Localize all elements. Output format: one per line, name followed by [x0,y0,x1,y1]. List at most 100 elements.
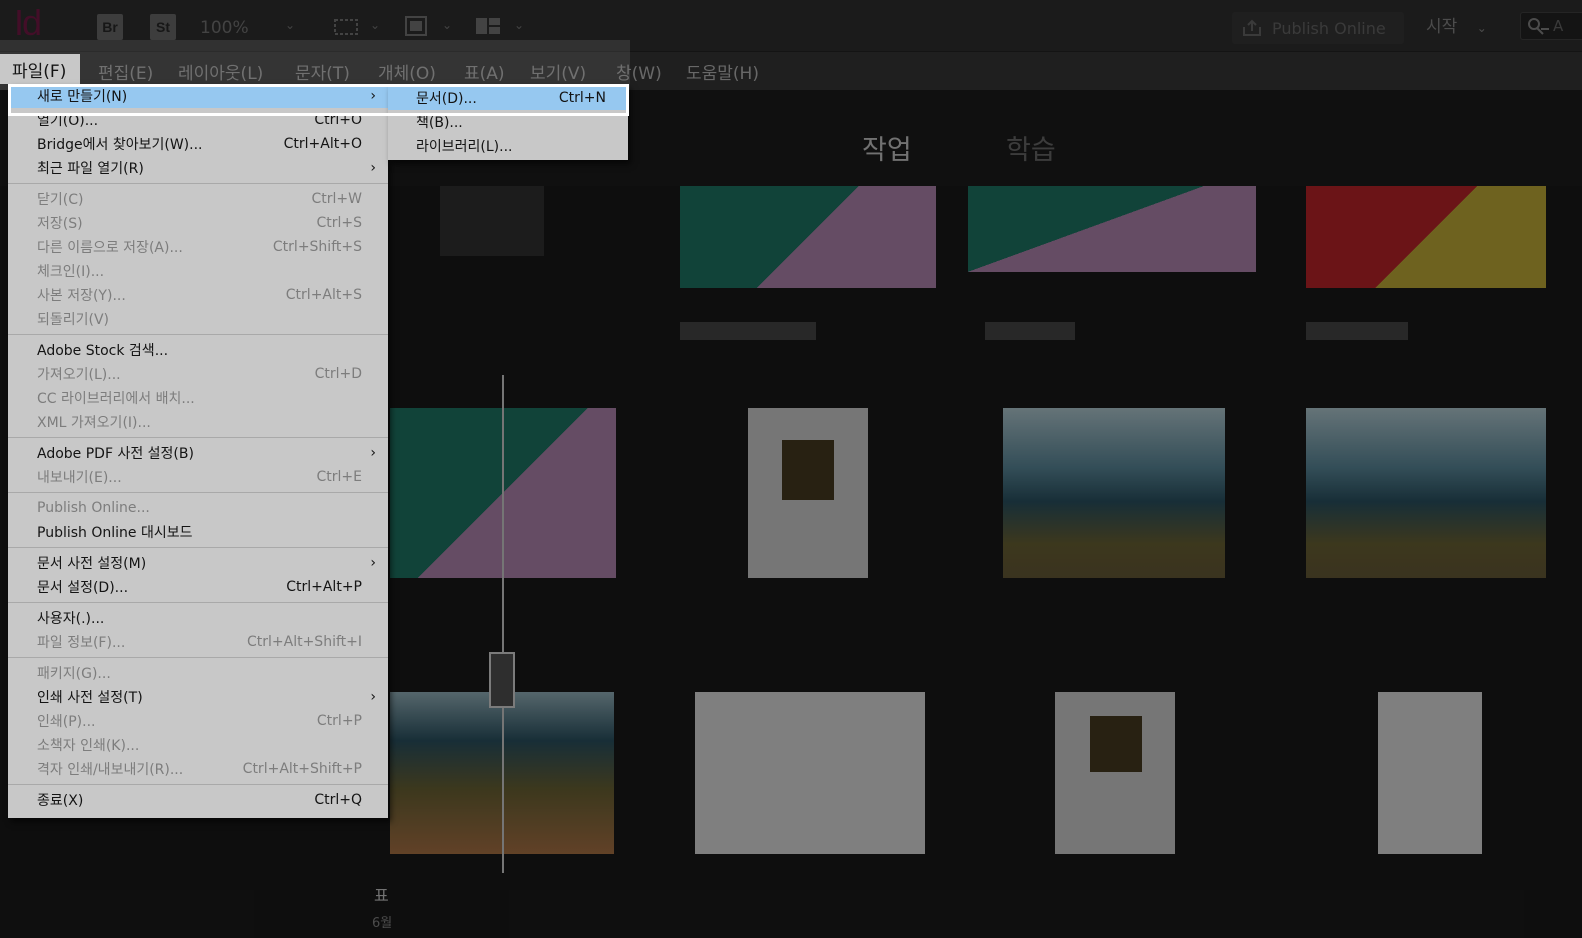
recent-file-thumbnail[interactable] [680,186,936,288]
menu-item-shortcut: Ctrl+Alt+Shift+P [242,761,362,777]
file-menu-item[interactable]: 최근 파일 열기(R) › [8,156,388,180]
file-menu-item[interactable]: 패키지(G)... [8,661,388,685]
stock-button[interactable]: St [150,14,176,40]
menu-item-label: Adobe Stock 검색... [37,343,169,359]
chevron-right-icon: › [370,445,376,461]
menu-separator [8,547,388,548]
recent-file-thumbnail[interactable] [1306,408,1546,578]
file-menu-item[interactable]: CC 라이브러리에서 배치... [8,386,388,410]
file-menu-item[interactable]: XML 가져오기(I)... [8,410,388,434]
file-menu-item[interactable]: 다른 이름으로 저장(A)... Ctrl+Shift+S [8,235,388,259]
menu-item-label: 문서 사전 설정(M) [37,556,147,572]
menu-item-shortcut: Ctrl+Alt+O [283,136,362,152]
file-menu-item[interactable]: Bridge에서 찾아보기(W)... Ctrl+Alt+O [8,132,388,156]
zoom-level[interactable]: 100% [200,18,249,38]
file-menu-item[interactable]: 종료(X) Ctrl+Q [8,788,388,812]
menu-item-label: 내보내기(E)... [37,470,122,486]
menu-item-label: 인쇄(P)... [37,714,96,730]
menu-item-label: 닫기(C) [37,192,84,208]
tab-work[interactable]: 작업 [862,128,912,167]
layout-icon[interactable] [474,14,502,38]
search-box[interactable]: A [1520,12,1582,40]
file-menu-item[interactable]: 파일 정보(F)... Ctrl+Alt+Shift+I [8,630,388,654]
menu-separator [8,437,388,438]
workspace-label: 시작 [1426,17,1458,37]
recent-file-thumbnail[interactable] [1378,692,1482,854]
file-menu-item[interactable]: 사본 저장(Y)... Ctrl+Alt+S [8,283,388,307]
recent-file-name [680,322,816,340]
file-menu-item[interactable]: Publish Online 대시보드 [8,520,388,544]
menu-separator [8,183,388,184]
ruler-guide-line[interactable] [502,375,504,873]
menu-item-shortcut: Ctrl+Shift+S [272,239,362,255]
menu-bar-dim-band [0,40,630,90]
new-submenu-item[interactable]: 문서(D)... Ctrl+N [388,86,628,110]
menu-item-label: 소책자 인쇄(K)... [37,738,140,754]
recent-file-thumbnail[interactable] [440,186,544,256]
chevron-down-icon[interactable]: ⌄ [370,18,380,32]
chevron-right-icon: › [370,555,376,571]
publish-online-button[interactable]: Publish Online [1232,12,1404,44]
menu-item-shortcut: Ctrl+S [316,215,362,231]
chevron-down-icon[interactable]: ⌄ [285,18,295,32]
recent-file-name [1306,322,1408,340]
menu-item-shortcut: Ctrl+Alt+Shift+I [246,634,362,650]
workspace-switcher[interactable]: 시작 ⌄ [1426,12,1487,37]
recent-file-thumbnail[interactable] [1003,408,1225,578]
menu-separator [8,657,388,658]
file-menu-item[interactable]: 인쇄(P)... Ctrl+P [8,709,388,733]
guide-handle[interactable] [489,652,515,708]
share-icon [1243,19,1261,36]
recent-file-thumbnail[interactable] [1306,186,1546,288]
tab-learn[interactable]: 학습 [1006,128,1056,167]
file-menu-item[interactable]: 가져오기(L)... Ctrl+D [8,362,388,386]
menu-item-label: 격자 인쇄/내보내기(R)... [37,762,184,778]
recent-file-image [782,440,834,500]
menu-file[interactable]: 파일(F) [0,54,80,84]
file-menu-item[interactable]: 저장(S) Ctrl+S [8,211,388,235]
menu-separator [8,602,388,603]
file-menu-item[interactable]: 문서 설정(D)... Ctrl+Alt+P [8,575,388,599]
user-search-icon [1528,18,1549,35]
file-menu-item[interactable]: Adobe PDF 사전 설정(B) › [8,441,388,465]
menu-item-label: Publish Online 대시보드 [37,525,193,541]
menu-help[interactable]: 도움말(H) [680,56,765,86]
file-menu-item[interactable]: 되돌리기(V) [8,307,388,331]
file-menu-item[interactable]: 사용자(.)... [8,606,388,630]
menu-item-shortcut: Ctrl+P [316,713,362,729]
file-menu-item[interactable]: 인쇄 사전 설정(T) › [8,685,388,709]
file-menu-item[interactable]: 새로 만들기(N) › [8,84,388,108]
screen-mode-icon[interactable] [402,14,430,38]
menu-item-label: Adobe PDF 사전 설정(B) [37,446,194,462]
menu-item-label: Publish Online... [37,500,150,516]
chevron-down-icon[interactable]: ⌄ [442,18,452,32]
menu-item-label: 종료(X) [37,793,84,809]
file-menu-item[interactable]: 열기(O)... Ctrl+O [8,108,388,132]
chevron-right-icon: › [370,160,376,176]
file-menu-item[interactable]: 체크인(I)... [8,259,388,283]
menu-item-shortcut: Ctrl+Alt+S [285,287,362,303]
recent-file-thumbnail[interactable] [695,692,925,854]
menu-item-label: 패키지(G)... [37,666,111,682]
bridge-button[interactable]: Br [97,14,123,40]
menu-item-label: 문서 설정(D)... [37,580,129,596]
menu-item-label: 되돌리기(V) [37,312,110,328]
file-menu-item[interactable]: 내보내기(E)... Ctrl+E [8,465,388,489]
menu-item-shortcut: Ctrl+O [314,112,362,128]
menu-item-label: 파일 정보(F)... [37,635,126,651]
file-menu-item[interactable]: 격자 인쇄/내보내기(R)... Ctrl+Alt+Shift+P [8,757,388,781]
chevron-right-icon: › [370,689,376,705]
file-menu-item[interactable]: 문서 사전 설정(M) › [8,551,388,575]
file-menu-dropdown: 새로 만들기(N) › 열기(O)... Ctrl+O Bridge에서 찾아보기(W)… [8,84,388,818]
file-menu-item[interactable]: Adobe Stock 검색... [8,338,388,362]
file-menu-item[interactable]: 닫기(C) Ctrl+W [8,187,388,211]
recent-file-thumbnail[interactable] [968,186,1256,272]
menu-item-label: 열기(O)... [37,113,99,129]
file-menu-item[interactable]: 소책자 인쇄(K)... [8,733,388,757]
file-menu-item[interactable]: Publish Online... [8,496,388,520]
menu-item-label: 사용자(.)... [37,611,105,627]
chevron-down-icon[interactable]: ⌄ [514,18,524,32]
new-submenu-item[interactable]: 라이브러리(L)... [388,134,628,158]
frame-icon[interactable] [332,14,360,38]
new-submenu-item[interactable]: 책(B)... [388,110,628,134]
